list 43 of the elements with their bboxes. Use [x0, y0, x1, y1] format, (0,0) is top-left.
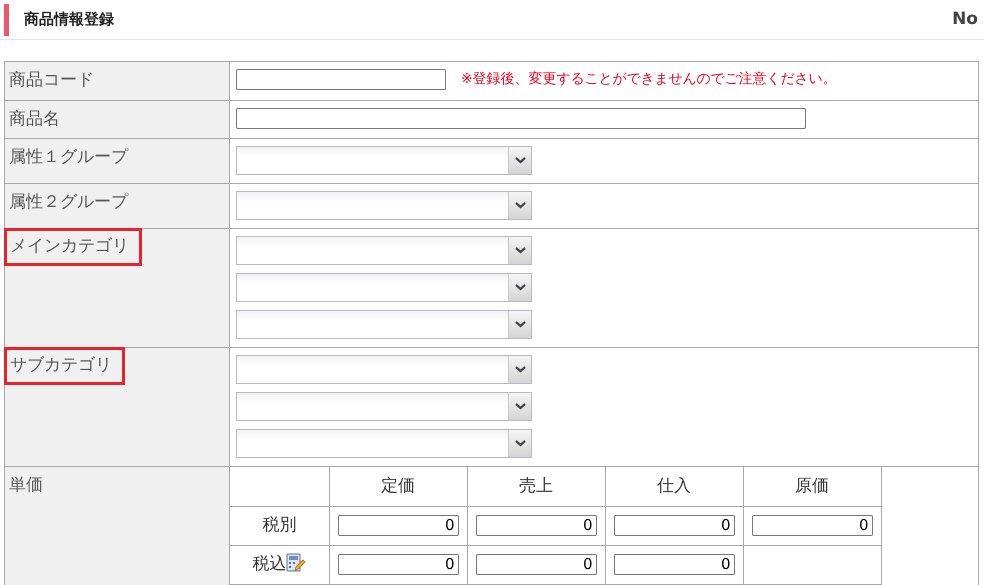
chevron-icon: [514, 247, 526, 254]
select-field[interactable]: [236, 310, 532, 339]
field-label: メインカテゴリ: [4, 228, 142, 266]
number-input[interactable]: 0: [476, 554, 596, 574]
calculator-pencil-icon[interactable]: [286, 552, 306, 573]
text-input[interactable]: [236, 108, 806, 128]
field-label: サブカテゴリ: [4, 347, 125, 384]
column-header: 仕入: [605, 467, 743, 506]
number-input[interactable]: 0: [614, 554, 734, 574]
chevron-icon: [514, 366, 526, 373]
column-header: 売上: [467, 467, 605, 506]
column-header: 原価: [743, 467, 881, 506]
header-accent-bar: [4, 4, 9, 36]
row-label: 税込: [252, 554, 286, 574]
column-header: 定価: [329, 467, 467, 506]
chevron-icon: [514, 284, 526, 291]
warning-note: ※登録後、変更することができませんのでご注意ください。: [461, 70, 837, 89]
select-field[interactable]: [236, 146, 532, 175]
text-input[interactable]: [236, 69, 446, 90]
chevron-icon: [514, 157, 526, 164]
field-label: 商品コード: [8, 69, 95, 92]
number-input[interactable]: 0: [752, 514, 872, 536]
field-label: 商品名: [8, 108, 61, 130]
page-title: 商品情報登録: [24, 9, 114, 30]
chevron-icon: [514, 202, 526, 209]
number-input[interactable]: 0: [614, 514, 734, 536]
select-field[interactable]: [236, 236, 532, 265]
select-field[interactable]: [236, 191, 532, 220]
chevron-icon: [514, 403, 526, 410]
select-field[interactable]: [236, 429, 532, 458]
select-field[interactable]: [236, 392, 532, 421]
number-input[interactable]: 0: [338, 554, 458, 574]
select-field[interactable]: [236, 273, 532, 302]
number-input[interactable]: 0: [338, 514, 458, 536]
header-text: No: [952, 8, 978, 31]
number-input[interactable]: 0: [476, 514, 596, 536]
field-label: 属性２グループ: [8, 191, 130, 214]
row-label: 税別: [262, 514, 296, 535]
select-field[interactable]: [236, 355, 532, 384]
field-label: 属性１グループ: [8, 146, 130, 169]
field-label: 単価: [8, 474, 44, 497]
chevron-icon: [514, 321, 526, 328]
chevron-icon: [514, 440, 526, 447]
